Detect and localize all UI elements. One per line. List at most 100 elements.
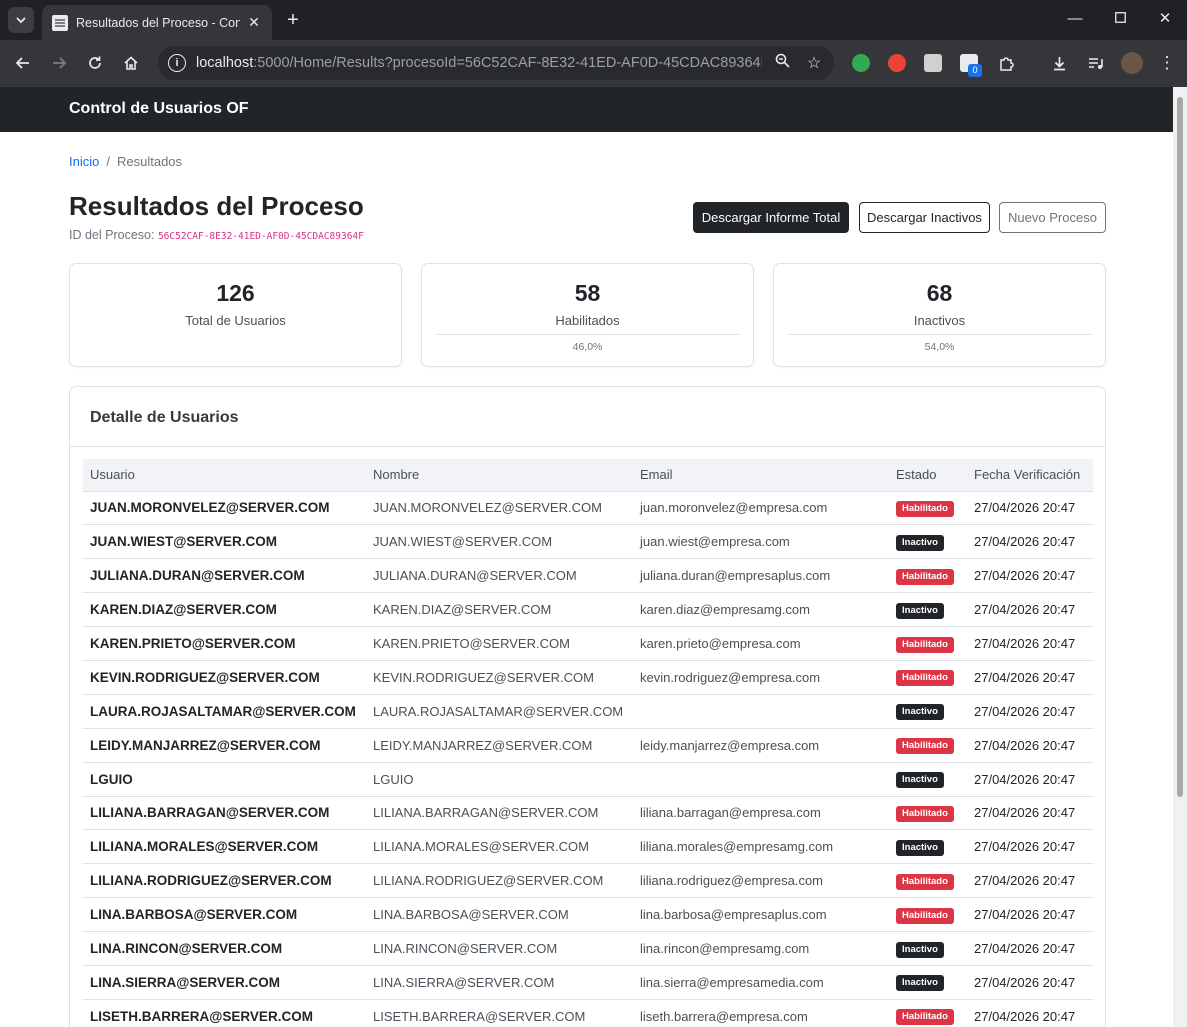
cell-fecha: 27/04/2026 20:47 bbox=[974, 669, 1076, 685]
extension-badge: 0 bbox=[968, 64, 982, 77]
extension-green-icon[interactable] bbox=[852, 54, 870, 72]
cell-email: kevin.rodriguez@empresa.com bbox=[640, 669, 821, 685]
table-row[interactable]: JUAN.WIEST@SERVER.COM JUAN.WIEST@SERVER.C… bbox=[83, 525, 1093, 559]
cell-email: liseth.barrera@empresa.com bbox=[640, 1008, 808, 1024]
reload-icon[interactable] bbox=[83, 51, 107, 75]
url-text[interactable]: localhost:5000/Home/Results?procesoId=56… bbox=[196, 55, 762, 71]
media-icon[interactable] bbox=[1083, 51, 1107, 75]
status-badge: Inactivo bbox=[896, 941, 944, 958]
table-row[interactable]: LEIDY.MANJARREZ@SERVER.COM LEIDY.MANJARRE… bbox=[83, 728, 1093, 763]
table-row[interactable]: LISETH.BARRERA@SERVER.COM LISETH.BARRERA@… bbox=[83, 999, 1093, 1027]
avatar[interactable] bbox=[1121, 52, 1143, 74]
cell-fecha: 27/04/2026 20:47 bbox=[974, 805, 1076, 821]
status-badge: Habilitado bbox=[896, 500, 954, 517]
star-icon[interactable]: ☆ bbox=[802, 53, 826, 73]
table-row[interactable]: KAREN.PRIETO@SERVER.COM KAREN.PRIETO@SERV… bbox=[83, 627, 1093, 661]
cell-estado: Habilitado bbox=[889, 864, 967, 898]
page-scrollbar[interactable] bbox=[1173, 87, 1187, 1027]
cell-estado: Habilitado bbox=[889, 491, 967, 525]
browser-tab-active[interactable]: Resultados del Proceso - Control de Usua… bbox=[42, 5, 272, 40]
address-bar[interactable]: i localhost:5000/Home/Results?procesoId=… bbox=[158, 46, 834, 80]
table-row[interactable]: LGUIO LGUIO Inactivo 27/04/2026 20:47 bbox=[83, 762, 1093, 797]
breadcrumb-home-link[interactable]: Inicio bbox=[69, 154, 99, 169]
back-arrow-icon[interactable] bbox=[11, 51, 35, 75]
minimize-icon[interactable]: — bbox=[1060, 8, 1090, 30]
scrollbar-thumb[interactable] bbox=[1177, 97, 1183, 797]
column-header-usuario[interactable]: Usuario bbox=[83, 459, 366, 492]
cell-nombre: KAREN.PRIETO@SERVER.COM bbox=[373, 636, 570, 651]
column-header-estado[interactable]: Estado bbox=[889, 459, 967, 492]
page-title: Resultados del Proceso bbox=[69, 191, 364, 221]
navbar: Control de Usuarios OF bbox=[0, 87, 1173, 132]
forward-arrow-icon[interactable] bbox=[47, 51, 71, 75]
table-row[interactable]: LAURA.ROJASALTAMAR@SERVER.COM LAURA.ROJAS… bbox=[83, 694, 1093, 729]
cell-nombre: LINA.BARBOSA@SERVER.COM bbox=[373, 907, 569, 923]
cell-fecha: 27/04/2026 20:47 bbox=[974, 500, 1076, 516]
cell-nombre: LINA.RINCON@SERVER.COM bbox=[373, 941, 558, 957]
browser-toolbar: i localhost:5000/Home/Results?procesoId=… bbox=[0, 40, 1187, 87]
table-row[interactable]: LILIANA.BARRAGAN@SERVER.COM LILIANA.BARRA… bbox=[83, 796, 1093, 830]
navbar-brand[interactable]: Control de Usuarios OF bbox=[69, 100, 249, 118]
table-row[interactable]: KAREN.DIAZ@SERVER.COM KAREN.DIAZ@SERVER.C… bbox=[83, 593, 1093, 627]
cell-fecha: 27/04/2026 20:47 bbox=[974, 771, 1076, 787]
cell-fecha: 27/04/2026 20:47 bbox=[974, 602, 1076, 618]
cell-nombre: LILIANA.BARRAGAN@SERVER.COM bbox=[373, 805, 599, 821]
cell-usuario: JUAN.WIEST@SERVER.COM bbox=[90, 534, 277, 550]
table-row[interactable]: LINA.SIERRA@SERVER.COM LINA.SIERRA@SERVER… bbox=[83, 965, 1093, 1000]
status-badge: Inactivo bbox=[896, 704, 944, 721]
table-row[interactable]: LINA.RINCON@SERVER.COM LINA.RINCON@SERVER… bbox=[83, 932, 1093, 966]
column-header-email[interactable]: Email bbox=[633, 459, 889, 492]
zoom-icon[interactable] bbox=[770, 53, 794, 73]
status-badge: Habilitado bbox=[896, 636, 954, 653]
cell-estado: Habilitado bbox=[889, 660, 967, 694]
cell-nombre: JUAN.MORONVELEZ@SERVER.COM bbox=[373, 500, 602, 516]
table-row[interactable]: KEVIN.RODRIGUEZ@SERVER.COM KEVIN.RODRIGUE… bbox=[83, 660, 1093, 695]
table-header-row: Usuario Nombre Email Estado Fecha Verifi… bbox=[83, 459, 1093, 492]
cell-nombre: JULIANA.DURAN@SERVER.COM bbox=[373, 568, 577, 584]
kebab-menu-icon[interactable]: ⋮ bbox=[1155, 51, 1179, 75]
cell-usuario: LINA.RINCON@SERVER.COM bbox=[90, 941, 283, 957]
stat-divider bbox=[435, 334, 740, 335]
cell-usuario: JULIANA.DURAN@SERVER.COM bbox=[90, 568, 305, 584]
column-header-nombre[interactable]: Nombre bbox=[366, 459, 633, 492]
table-row[interactable]: LINA.BARBOSA@SERVER.COM LINA.BARBOSA@SERV… bbox=[83, 898, 1093, 932]
status-badge: Inactivo bbox=[896, 534, 944, 551]
process-id-label: ID del Proceso: bbox=[69, 228, 155, 242]
process-id-value: 56C52CAF-8E32-41ED-AF0D-45CDAC89364F bbox=[157, 231, 364, 242]
close-icon[interactable]: ✕ bbox=[246, 14, 262, 31]
table-row[interactable]: JUAN.MORONVELEZ@SERVER.COM JUAN.MORONVELE… bbox=[83, 491, 1093, 525]
status-badge: Habilitado bbox=[896, 670, 954, 687]
extension-red-icon[interactable] bbox=[888, 54, 906, 72]
maximize-icon[interactable] bbox=[1105, 8, 1135, 30]
cell-email bbox=[633, 694, 889, 728]
stat-label-enabled: Habilitados bbox=[555, 313, 620, 328]
table-row[interactable]: LILIANA.RODRIGUEZ@SERVER.COM LILIANA.RODR… bbox=[83, 864, 1093, 898]
stat-label-inactive: Inactivos bbox=[913, 313, 966, 328]
column-header-fecha[interactable]: Fecha Verificación bbox=[967, 459, 1093, 492]
plus-icon[interactable]: + bbox=[283, 9, 303, 31]
page-viewport: Control de Usuarios OF Inicio / Resultados… bbox=[0, 87, 1173, 1027]
cell-nombre: LAURA.ROJASALTAMAR@SERVER.COM bbox=[373, 703, 624, 719]
tab-search-button[interactable] bbox=[8, 7, 34, 33]
close-icon[interactable]: ✕ bbox=[1150, 8, 1180, 30]
puzzle-icon[interactable] bbox=[994, 51, 1018, 75]
status-badge: Habilitado bbox=[896, 738, 954, 755]
cell-estado: Habilitado bbox=[889, 559, 967, 593]
cell-estado: Inactivo bbox=[889, 965, 967, 999]
extension-app-icon[interactable] bbox=[924, 54, 942, 72]
site-info-icon[interactable]: i bbox=[168, 54, 186, 72]
cell-email: lina.barbosa@empresaplus.com bbox=[640, 907, 827, 923]
cell-nombre: JUAN.WIEST@SERVER.COM bbox=[373, 534, 553, 550]
new-process-button[interactable]: Nuevo Proceso bbox=[999, 202, 1106, 233]
download-icon[interactable] bbox=[1047, 51, 1071, 75]
download-inactive-button[interactable]: Descargar Inactivos bbox=[859, 202, 990, 233]
table-row[interactable]: JULIANA.DURAN@SERVER.COM JULIANA.DURAN@SE… bbox=[83, 559, 1093, 593]
cell-usuario: LINA.BARBOSA@SERVER.COM bbox=[90, 907, 298, 923]
cell-usuario: LEIDY.MANJARREZ@SERVER.COM bbox=[90, 737, 321, 753]
home-icon[interactable] bbox=[119, 51, 143, 75]
cell-nombre: LILIANA.RODRIGUEZ@SERVER.COM bbox=[373, 873, 604, 889]
table-row[interactable]: LILIANA.MORALES@SERVER.COM LILIANA.MORALE… bbox=[83, 830, 1093, 864]
download-total-report-button[interactable]: Descargar Informe Total bbox=[693, 202, 849, 233]
cell-nombre: LISETH.BARRERA@SERVER.COM bbox=[373, 1008, 586, 1024]
cell-estado: Inactivo bbox=[889, 762, 967, 796]
